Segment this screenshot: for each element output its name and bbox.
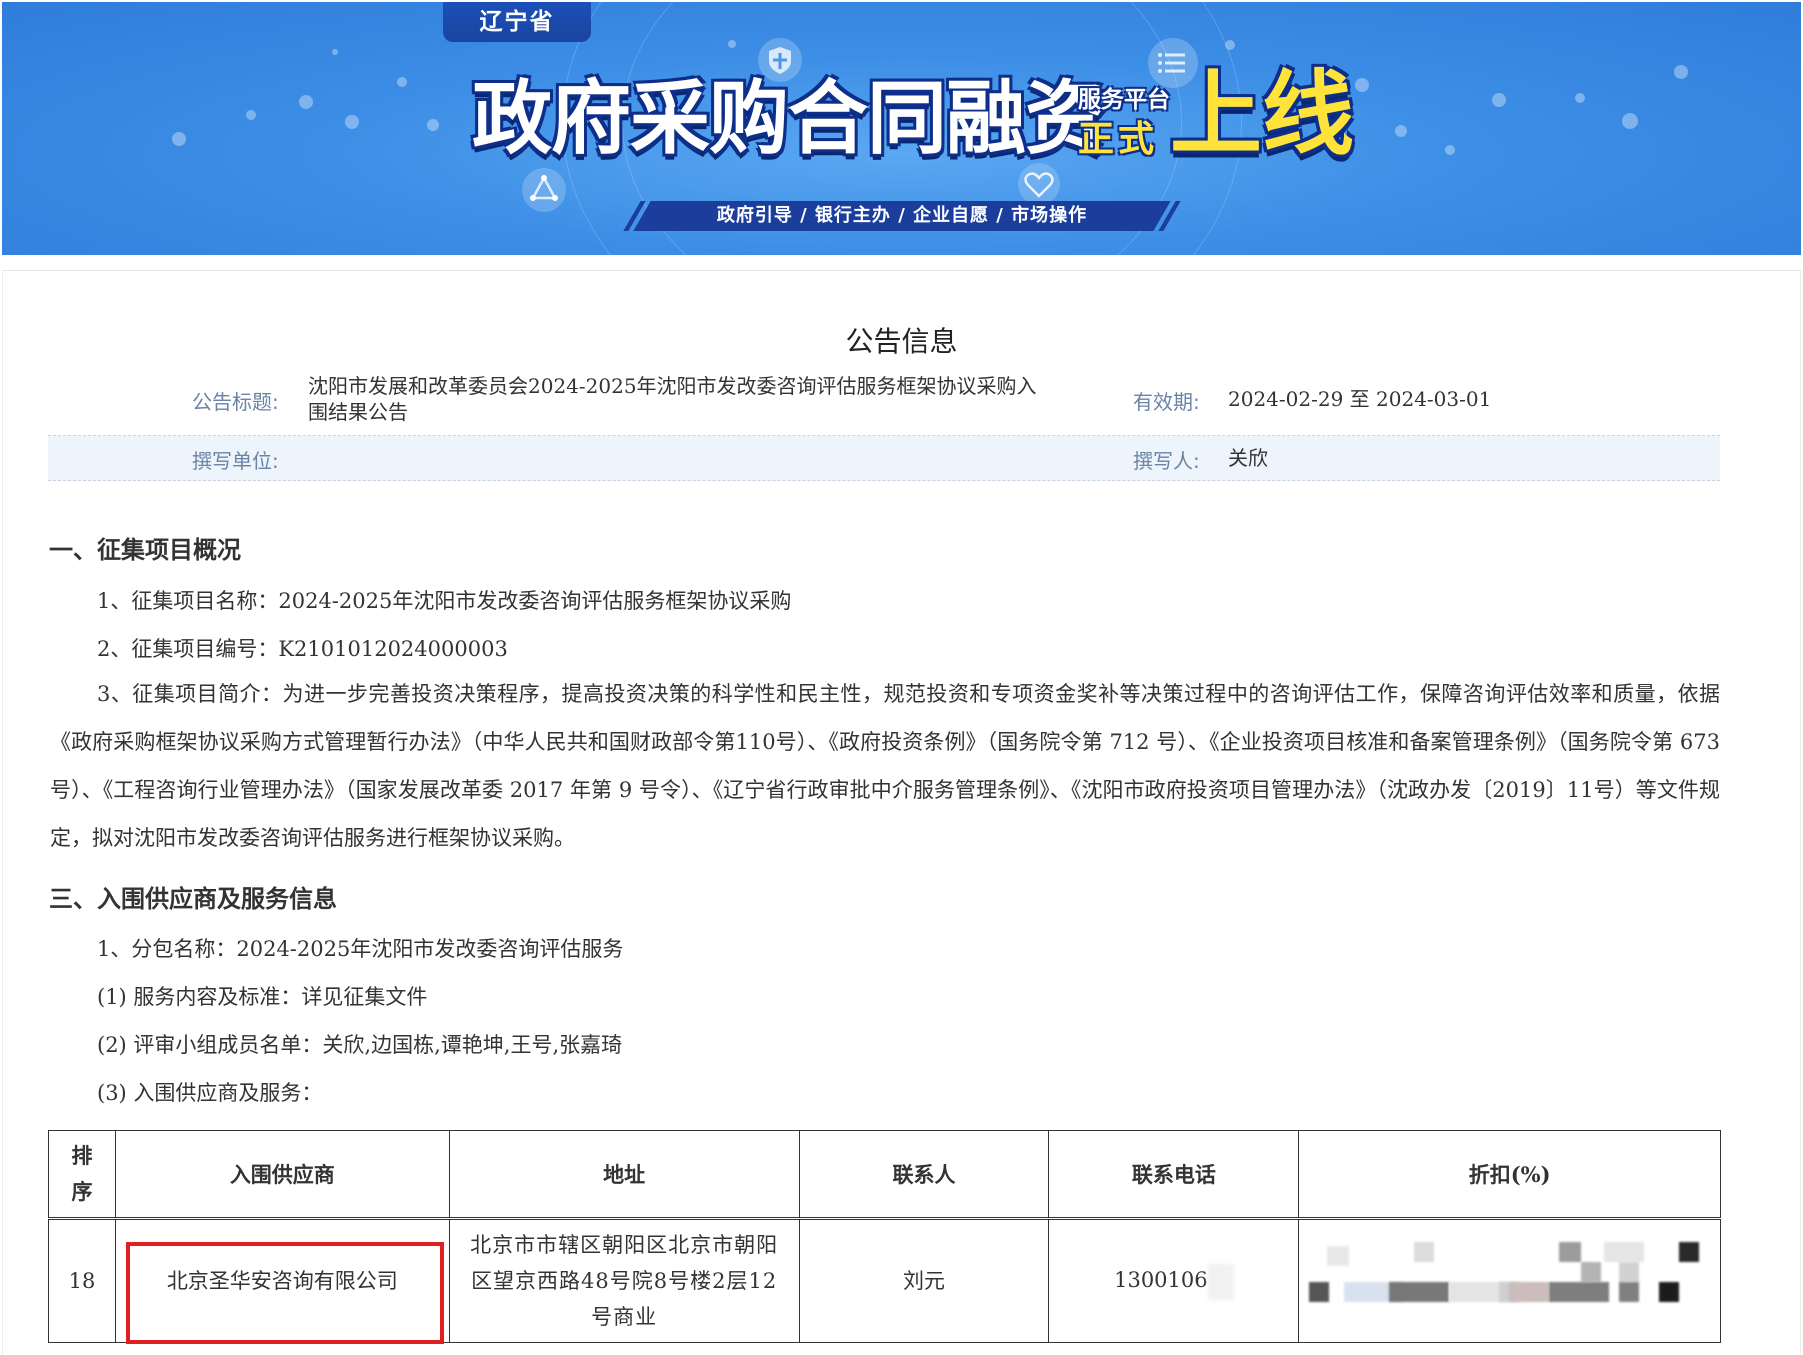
table-row: 18 北京圣华安咨询有限公司 北京市市辖区朝阳区北京市朝阳区望京西路48号院8号… bbox=[48, 1218, 1721, 1343]
project-intro: 3、征集项目简介：为进一步完善投资决策程序，提高投资决策的科学性和民主性，规范投… bbox=[50, 682, 1720, 850]
author-label: 撰写人: bbox=[1133, 449, 1200, 473]
meta-row-title: 公告标题: 沈阳市发展和改革委员会2024-2025年沈阳市发改委咨询评估服务框… bbox=[48, 370, 1720, 436]
col-address: 地址 bbox=[448, 1130, 800, 1220]
banner: 辽宁省 政府采购合同融资 服务平台 正式 上线 政府引导 / 银行主办 / 企业… bbox=[2, 2, 1801, 255]
suppliers-table: 排序 入围供应商 地址 联系人 联系电话 折扣(%) 18 北京圣华安咨询有限公… bbox=[48, 1130, 1721, 1343]
suppliers-intro: (3) 入围供应商及服务： bbox=[97, 1081, 323, 1105]
section1-heading: 一、征集项目概况 bbox=[49, 535, 241, 564]
author-value: 关欣 bbox=[1228, 446, 1268, 470]
col-contact: 联系人 bbox=[798, 1130, 1050, 1220]
validity-label: 有效期: bbox=[1133, 390, 1200, 414]
validity-value: 2024-02-29 至 2024-03-01 bbox=[1228, 387, 1492, 411]
province-tab: 辽宁省 bbox=[443, 2, 591, 42]
banner-title: 政府采购合同融资 bbox=[472, 72, 1105, 165]
meta-row-author: 撰写单位: 撰写人: 关欣 bbox=[48, 436, 1720, 481]
banner-service-platform: 服务平台 bbox=[1078, 87, 1170, 113]
cell-address: 北京市市辖区朝阳区北京市朝阳区望京西路48号院8号楼2层12号商业 bbox=[448, 1218, 800, 1343]
banner-official: 正式 bbox=[1078, 119, 1159, 160]
banner-slogan: 政府引导 / 银行主办 / 企业自愿 / 市场操作 bbox=[716, 205, 1088, 226]
subpackage-name: 1、分包名称：2024-2025年沈阳市发改委咨询评估服务 bbox=[97, 937, 624, 961]
section3-heading: 三、入围供应商及服务信息 bbox=[49, 884, 337, 913]
project-number: 2、征集项目编号：K2101012024000003 bbox=[97, 637, 508, 661]
col-discount: 折扣(%) bbox=[1298, 1130, 1721, 1220]
cell-discount-redacted bbox=[1298, 1218, 1721, 1343]
cell-rank: 18 bbox=[48, 1218, 116, 1343]
cell-supplier: 北京圣华安咨询有限公司 bbox=[114, 1218, 450, 1343]
col-supplier: 入围供应商 bbox=[114, 1130, 450, 1220]
cell-phone: 1300106 bbox=[1048, 1218, 1300, 1343]
mosaic-redaction bbox=[1309, 1240, 1709, 1330]
notice-title-value: 沈阳市发展和改革委员会2024-2025年沈阳市发改委咨询评估服务框架协议采购入… bbox=[308, 374, 1037, 424]
col-phone: 联系电话 bbox=[1048, 1130, 1300, 1220]
org-label: 撰写单位: bbox=[192, 449, 279, 473]
table-header-row: 排序 入围供应商 地址 联系人 联系电话 折扣(%) bbox=[48, 1130, 1721, 1220]
page-title: 公告信息 bbox=[845, 325, 958, 358]
notice-title-label: 公告标题: bbox=[192, 390, 279, 414]
banner-online: 上线 bbox=[1170, 61, 1355, 168]
project-name: 1、征集项目名称：2024-2025年沈阳市发改委咨询评估服务框架协议采购 bbox=[97, 589, 792, 613]
review-members: (2) 评审小组成员名单：关欣,边国栋,谭艳坤,王号,张嘉琦 bbox=[97, 1033, 623, 1057]
cell-contact: 刘元 bbox=[798, 1218, 1050, 1343]
col-rank: 排序 bbox=[48, 1130, 116, 1220]
service-content: (1) 服务内容及标准：详见征集文件 bbox=[97, 985, 428, 1009]
